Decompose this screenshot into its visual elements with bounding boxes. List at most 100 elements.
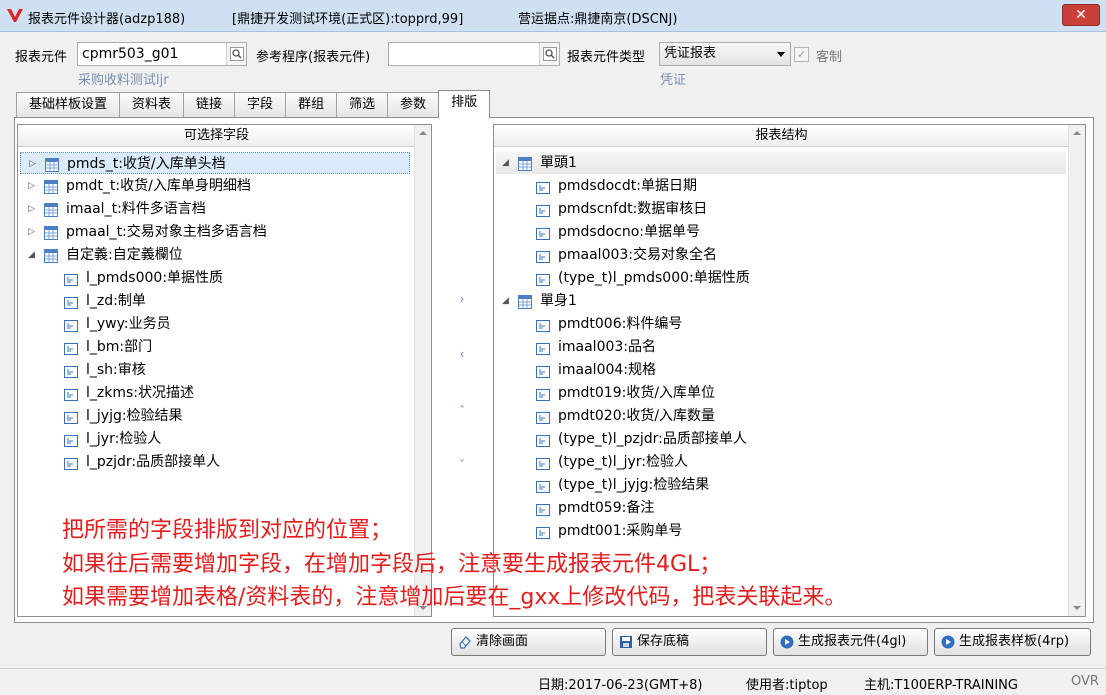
field-node[interactable]: l_pmds000:单据性质 [20, 267, 410, 289]
field-node[interactable]: (type_t)l_pzjdr:品质部接单人 [496, 428, 1066, 450]
tab-2[interactable]: 链接 [183, 92, 236, 118]
field-node[interactable]: pmdsdocno:单据单号 [496, 221, 1066, 243]
report-element-label: 报表元件 [15, 50, 68, 65]
status-bar: 日期:2017-06-23(GMT+8) 使用者:tiptop 主机:T100E… [0, 668, 1106, 695]
tree-node-label: l_jyr:检验人 [86, 431, 162, 447]
checkmark-icon: ✓ [796, 48, 807, 61]
table-node[interactable]: ▷ pmaal_t:交易对象主档多语言档 [20, 221, 410, 243]
tab-7[interactable]: 排版 [438, 90, 491, 118]
field-node[interactable]: pmdt006:料件编号 [496, 313, 1066, 335]
scroll-up-icon[interactable] [1073, 131, 1081, 135]
right-vertical-scrollbar[interactable] [1068, 125, 1085, 616]
group-node[interactable]: ◢ 單頭1 [496, 152, 1066, 174]
field-icon [64, 455, 78, 477]
field-node[interactable]: pmdt019:收货/入库单位 [496, 382, 1066, 404]
save-draft-button[interactable]: 保存底稿 [612, 628, 767, 656]
tree-node-label: pmaal003:交易对象全名 [558, 247, 718, 263]
field-node[interactable]: (type_t)l_jyjg:检验结果 [496, 474, 1066, 496]
tab-0[interactable]: 基础样板设置 [16, 92, 121, 118]
app-logo-icon [7, 9, 23, 22]
custom-checkbox[interactable]: ✓ [794, 47, 809, 62]
tree-node-label: pmdt001:采购单号 [558, 523, 683, 539]
expand-arrow-icon[interactable]: ▷ [28, 175, 38, 197]
tree-node-label: imaal003:品名 [558, 339, 657, 355]
report-structure-header: 报表结构 [494, 125, 1069, 147]
field-node[interactable]: pmdt001:采购单号 [496, 520, 1066, 542]
tab-5[interactable]: 筛选 [336, 92, 389, 118]
tab-3[interactable]: 字段 [234, 92, 287, 118]
table-node[interactable]: ▷ imaal_t:料件多语言档 [20, 198, 410, 220]
tree-node-label: l_ywy:业务员 [86, 316, 171, 332]
reference-program-input[interactable] [388, 42, 560, 66]
expand-arrow-icon[interactable]: ▷ [28, 198, 38, 220]
move-left-button[interactable]: ‹ [455, 347, 469, 361]
clear-screen-button[interactable]: 清除画面 [451, 628, 606, 656]
field-node[interactable]: pmdsdocdt:单据日期 [496, 175, 1066, 197]
scroll-down-icon[interactable] [1073, 606, 1081, 610]
collapse-arrow-icon[interactable]: ◢ [28, 244, 38, 266]
generate-element-button[interactable]: 生成报表元件(4gl) [773, 628, 928, 656]
tree-node-label: 單頭1 [540, 155, 577, 171]
field-node[interactable]: l_zd:制单 [20, 290, 410, 312]
chevron-down-icon [777, 52, 785, 57]
generate-template-label: 生成报表样板(4rp) [959, 634, 1070, 649]
report-element-lookup-button[interactable] [226, 43, 246, 65]
tree-node-label: (type_t)l_jyr:检验人 [558, 454, 688, 470]
window-title: 报表元件设计器(adzp188) [28, 12, 186, 27]
tab-4[interactable]: 群组 [285, 92, 338, 118]
tree-node-label: l_pzjdr:品质部接单人 [86, 454, 221, 470]
tree-node-label: 單身1 [540, 293, 577, 309]
play-icon [941, 635, 955, 649]
reference-program-lookup-button[interactable] [539, 43, 559, 65]
tree-node-label: (type_t)l_jyjg:检验结果 [558, 477, 710, 493]
field-icon [536, 524, 550, 546]
table-node[interactable]: ▷ pmds_t:收货/入库单头档 [20, 152, 410, 174]
close-icon: ✕ [1075, 7, 1087, 23]
report-element-input[interactable]: cpmr503_g01 [77, 42, 247, 66]
element-type-select[interactable]: 凭证报表 [659, 42, 791, 66]
field-node[interactable]: l_pzjdr:品质部接单人 [20, 451, 410, 473]
move-right-button[interactable]: › [455, 292, 469, 306]
field-node[interactable]: l_jyr:检验人 [20, 428, 410, 450]
report-element-desc: 采购收料测试ljr [78, 73, 169, 88]
field-node[interactable]: imaal003:品名 [496, 336, 1066, 358]
tree-node-label: 自定義:自定義欄位 [66, 247, 183, 263]
expand-arrow-icon[interactable]: ▷ [29, 153, 39, 175]
tab-6[interactable]: 参数 [387, 92, 440, 118]
field-node[interactable]: pmdt020:收货/入库数量 [496, 405, 1066, 427]
field-node[interactable]: (type_t)l_jyr:检验人 [496, 451, 1066, 473]
close-button[interactable]: ✕ [1062, 4, 1100, 26]
save-icon [620, 636, 632, 648]
field-node[interactable]: (type_t)l_pmds000:单据性质 [496, 267, 1066, 289]
table-node[interactable]: ▷ pmdt_t:收货/入库单身明细档 [20, 175, 410, 197]
tree-node-label: pmdt059:备注 [558, 500, 655, 516]
field-node[interactable]: l_sh:审核 [20, 359, 410, 381]
site-label: 营运据点:鼎捷南京(DSCNJ) [518, 12, 678, 27]
tab-1[interactable]: 资料表 [119, 92, 185, 118]
field-node[interactable]: pmdt059:备注 [496, 497, 1066, 519]
generate-template-button[interactable]: 生成报表样板(4rp) [934, 628, 1091, 656]
field-node[interactable]: l_zkms:状况描述 [20, 382, 410, 404]
field-node[interactable]: pmaal003:交易对象全名 [496, 244, 1066, 266]
eraser-icon [459, 636, 471, 649]
group-node[interactable]: ◢ 單身1 [496, 290, 1066, 312]
field-node[interactable]: l_ywy:业务员 [20, 313, 410, 335]
tree-node-label: l_sh:审核 [86, 362, 146, 378]
move-down-button[interactable]: ˇ [455, 458, 469, 472]
status-user: 使用者:tiptop [746, 678, 828, 693]
tree-node-label: l_bm:部门 [86, 339, 153, 355]
field-node[interactable]: imaal004:规格 [496, 359, 1066, 381]
tree-node-label: pmdscnfdt:数据审核日 [558, 201, 708, 217]
field-node[interactable]: l_jyjg:检验结果 [20, 405, 410, 427]
left-vertical-scrollbar[interactable] [414, 125, 431, 616]
field-node[interactable]: l_bm:部门 [20, 336, 410, 358]
collapse-arrow-icon[interactable]: ◢ [502, 152, 512, 174]
scroll-up-icon[interactable] [419, 131, 427, 135]
field-node[interactable]: pmdscnfdt:数据审核日 [496, 198, 1066, 220]
expand-arrow-icon[interactable]: ▷ [28, 221, 38, 243]
table-node[interactable]: ◢ 自定義:自定義欄位 [20, 244, 410, 266]
magnifier-icon [230, 47, 244, 61]
move-up-button[interactable]: ˆ [455, 404, 469, 418]
collapse-arrow-icon[interactable]: ◢ [502, 290, 512, 312]
annotation-line-1: 把所需的字段排版到对应的位置； [62, 518, 393, 543]
